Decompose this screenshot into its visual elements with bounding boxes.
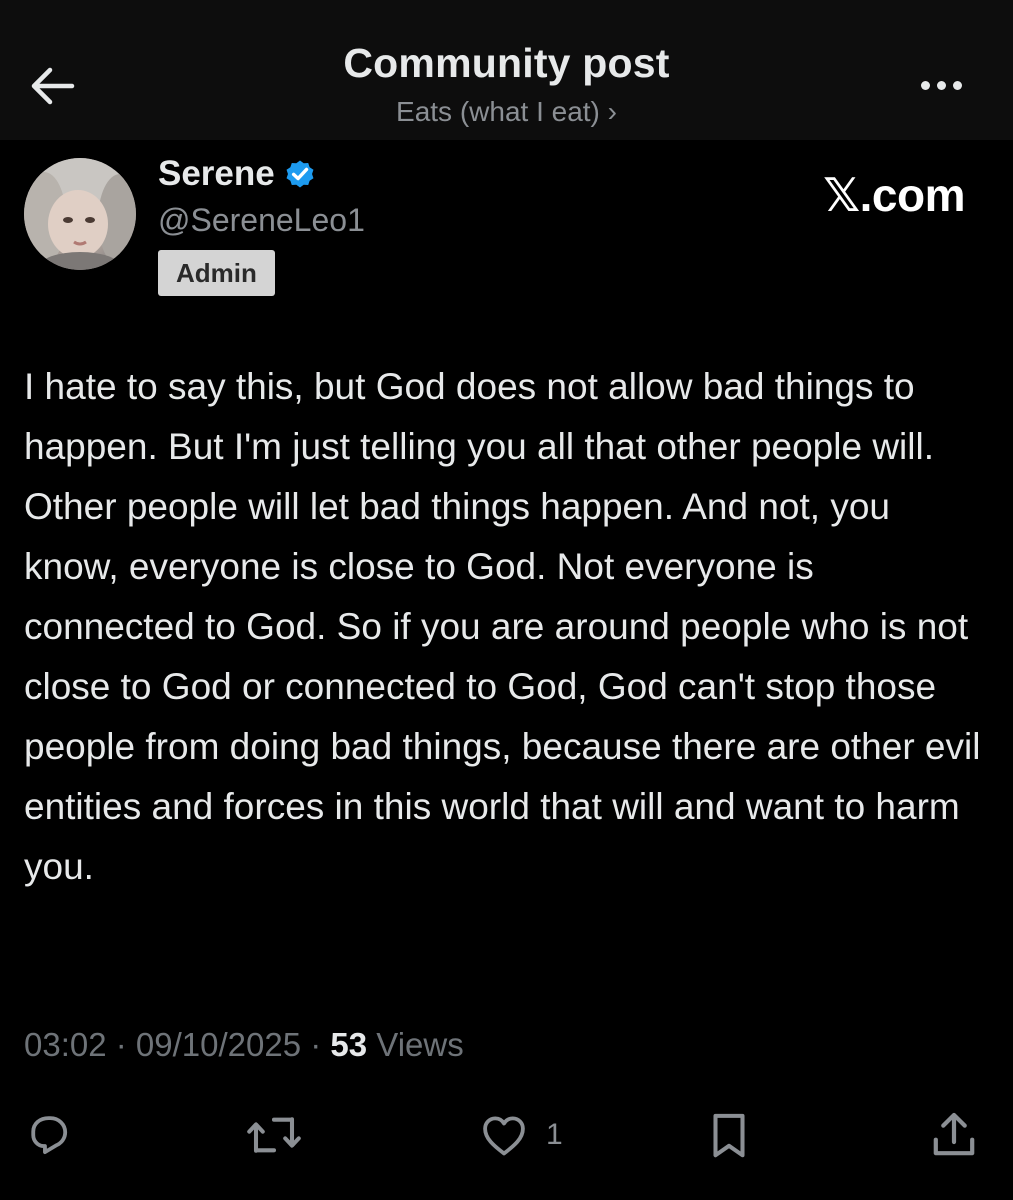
repost-icon <box>247 1117 301 1153</box>
community-link[interactable]: Eats (what I eat) › <box>0 96 1013 128</box>
like-count: 1 <box>546 1118 563 1151</box>
reply-button[interactable] <box>22 1105 76 1165</box>
avatar-image <box>24 158 136 270</box>
reply-icon <box>31 1116 68 1155</box>
post-time[interactable]: 03:02 <box>24 1026 107 1063</box>
author-name-text: Serene <box>158 154 275 193</box>
more-dot-icon <box>952 80 962 90</box>
views-label: Views <box>367 1026 464 1063</box>
post-body: I hate to say this, but God does not all… <box>24 366 981 887</box>
admin-badge: Admin <box>158 250 275 296</box>
page-title: Community post <box>343 40 670 86</box>
share-icon <box>933 1112 975 1156</box>
post-metadata: 03:02 · 09/10/2025 · 53 Views <box>24 1026 464 1064</box>
bookmark-button[interactable] <box>702 1105 756 1165</box>
like-button[interactable]: 1 <box>476 1105 563 1165</box>
meta-separator: · <box>106 1026 136 1063</box>
heart-icon <box>483 1116 525 1156</box>
repost-button[interactable] <box>244 1105 304 1165</box>
share-button[interactable] <box>926 1105 982 1165</box>
post-date[interactable]: 09/10/2025 <box>136 1026 301 1063</box>
author-name[interactable]: Serene <box>158 154 317 194</box>
author-handle[interactable]: @SereneLeo1 <box>158 202 365 239</box>
post-page: Community post Eats (what I eat) › Seren… <box>0 0 1013 1200</box>
verified-badge-icon <box>286 160 314 188</box>
meta-separator: · <box>301 1026 331 1063</box>
more-dot-icon <box>936 80 946 90</box>
x-com-watermark: 𝕏.com <box>823 169 965 221</box>
bookmark-icon <box>713 1113 745 1158</box>
avatar[interactable] <box>24 158 136 270</box>
action-bar: 1 <box>0 1105 1013 1165</box>
top-bar: Community post Eats (what I eat) › <box>0 0 1013 140</box>
views-count: 53 <box>330 1026 368 1063</box>
more-options-button[interactable] <box>911 70 971 100</box>
more-dot-icon <box>920 80 930 90</box>
